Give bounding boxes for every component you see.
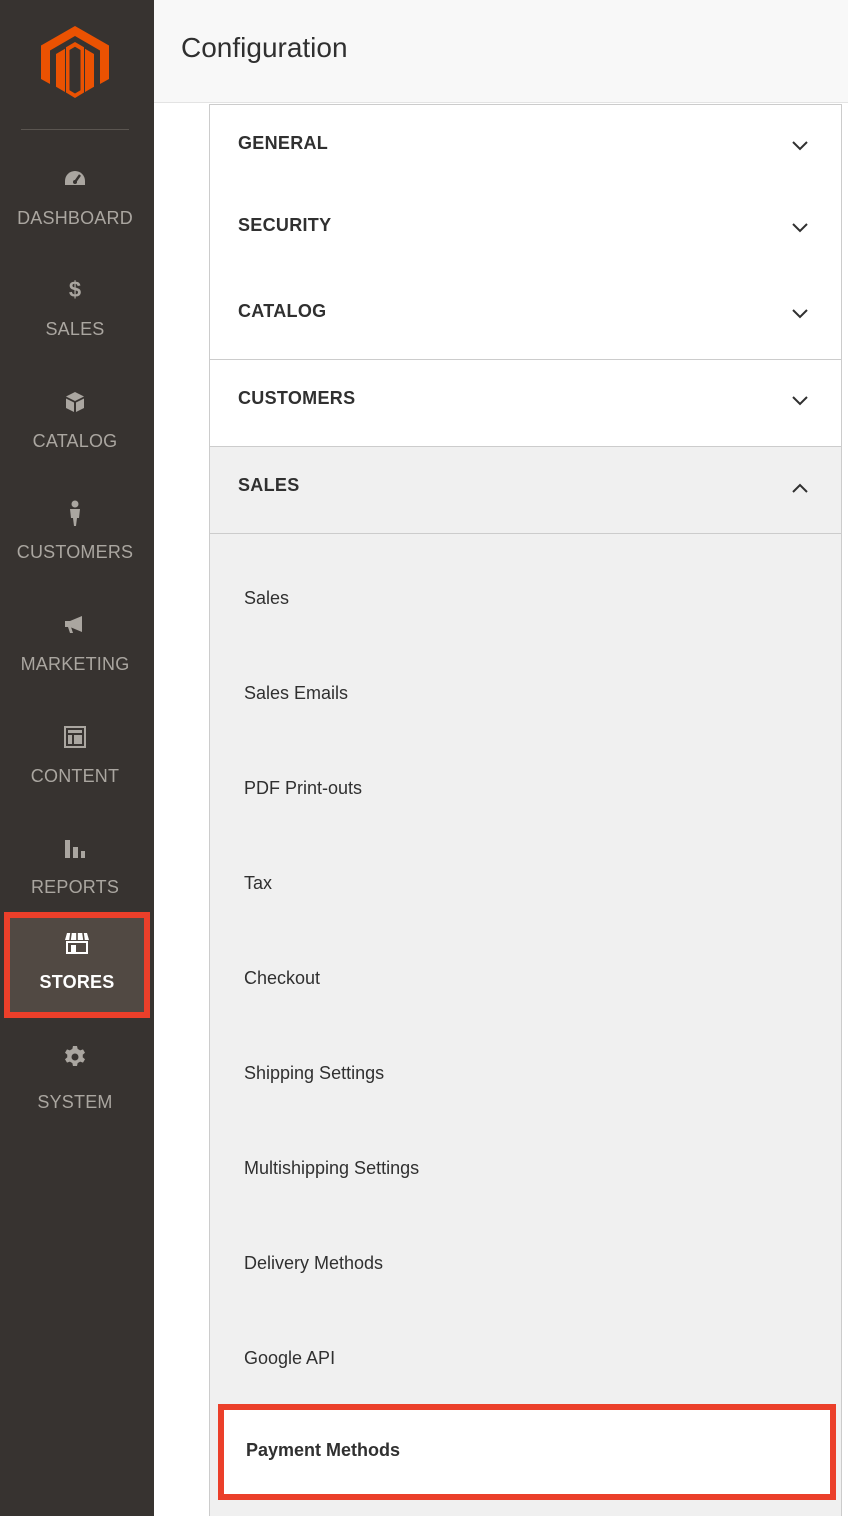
dollar-icon: $ — [68, 277, 82, 302]
sales-item-tax[interactable]: Tax — [210, 836, 841, 931]
sales-item-pdf-print-outs[interactable]: PDF Print-outs — [210, 741, 841, 836]
nav-label: MARKETING — [20, 654, 130, 674]
nav-label: DASHBOARD — [17, 208, 133, 228]
nav-item-dashboard[interactable]: DASHBOARD — [0, 152, 150, 262]
nav-item-catalog[interactable]: CATALOG — [0, 375, 150, 485]
nav-label: STORES — [39, 972, 115, 992]
list-item-label: Tax — [244, 873, 273, 893]
nav-label: CUSTOMERS — [16, 542, 134, 562]
list-item-label: Multishipping Settings — [244, 1158, 420, 1178]
nav-item-customers[interactable]: CUSTOMERS — [0, 486, 150, 596]
section-general[interactable]: GENERAL — [209, 104, 842, 191]
section-title: CATALOG — [238, 301, 327, 321]
nav-label: CONTENT — [30, 766, 120, 786]
list-item-label: Google API — [244, 1348, 336, 1368]
sales-subsection-list: Sales Sales Emails PDF Print-outs Tax Ch… — [209, 534, 842, 1516]
layout-icon — [64, 724, 86, 750]
chevron-down-icon — [792, 309, 808, 319]
section-catalog[interactable]: CATALOG — [209, 273, 842, 360]
sales-item-delivery-methods[interactable]: Delivery Methods — [210, 1216, 841, 1311]
section-security[interactable]: SECURITY — [209, 187, 842, 274]
list-item-label: PDF Print-outs — [244, 778, 363, 798]
list-item-label: Payment Methods — [246, 1440, 401, 1460]
sales-item-checkout[interactable]: Checkout — [210, 931, 841, 1026]
nav-item-content[interactable]: CONTENT — [0, 710, 150, 820]
nav-item-system[interactable]: SYSTEM — [0, 1044, 150, 1154]
megaphone-icon — [63, 612, 87, 638]
sales-item-sales[interactable]: Sales — [210, 551, 841, 646]
page-title: Configuration — [181, 32, 348, 63]
sales-item-multishipping-settings[interactable]: Multishipping Settings — [210, 1121, 841, 1216]
admin-sidebar: DASHBOARD $ SALES CATALOG CUSTOMERS MARK… — [0, 0, 154, 1516]
list-item-label: Shipping Settings — [244, 1063, 385, 1083]
section-title: GENERAL — [238, 133, 329, 153]
chevron-down-icon — [792, 396, 808, 406]
section-title: SALES — [238, 475, 300, 495]
box-icon — [65, 389, 85, 415]
section-sales[interactable]: SALES — [209, 447, 842, 534]
section-customers[interactable]: CUSTOMERS — [209, 360, 842, 447]
section-title: SECURITY — [238, 215, 332, 235]
dashboard-icon — [63, 166, 87, 192]
nav-label: REPORTS — [30, 877, 120, 897]
person-icon — [68, 500, 82, 526]
sales-item-google-api[interactable]: Google API — [210, 1311, 841, 1406]
magento-logo[interactable] — [40, 26, 110, 98]
gear-icon — [63, 1044, 87, 1070]
sales-item-payment-methods[interactable]: Payment Methods — [218, 1404, 836, 1500]
chevron-down-icon — [792, 141, 808, 151]
nav-item-sales[interactable]: $ SALES — [0, 263, 150, 373]
nav-label: SALES — [45, 319, 105, 339]
nav-divider — [21, 129, 129, 130]
chevron-up-icon — [792, 483, 808, 493]
sales-item-shipping-settings[interactable]: Shipping Settings — [210, 1026, 841, 1121]
list-item-label: Sales — [244, 588, 290, 608]
bar-chart-icon — [64, 835, 86, 861]
sales-item-sales-emails[interactable]: Sales Emails — [210, 646, 841, 741]
list-item-label: Delivery Methods — [244, 1253, 384, 1273]
nav-item-marketing[interactable]: MARKETING — [0, 598, 150, 708]
nav-item-stores[interactable]: STORES — [4, 912, 150, 1018]
nav-label: CATALOG — [32, 431, 118, 451]
nav-label: SYSTEM — [37, 1092, 113, 1112]
chevron-down-icon — [792, 223, 808, 233]
list-item-label: Sales Emails — [244, 683, 349, 703]
storefront-icon — [64, 930, 90, 956]
config-tabs-panel: GENERAL SECURITY CATALOG CUSTOMERS SALES… — [209, 104, 842, 1516]
page-header: Configuration — [154, 0, 848, 103]
section-title: CUSTOMERS — [238, 388, 356, 408]
list-item-label: Checkout — [244, 968, 321, 988]
